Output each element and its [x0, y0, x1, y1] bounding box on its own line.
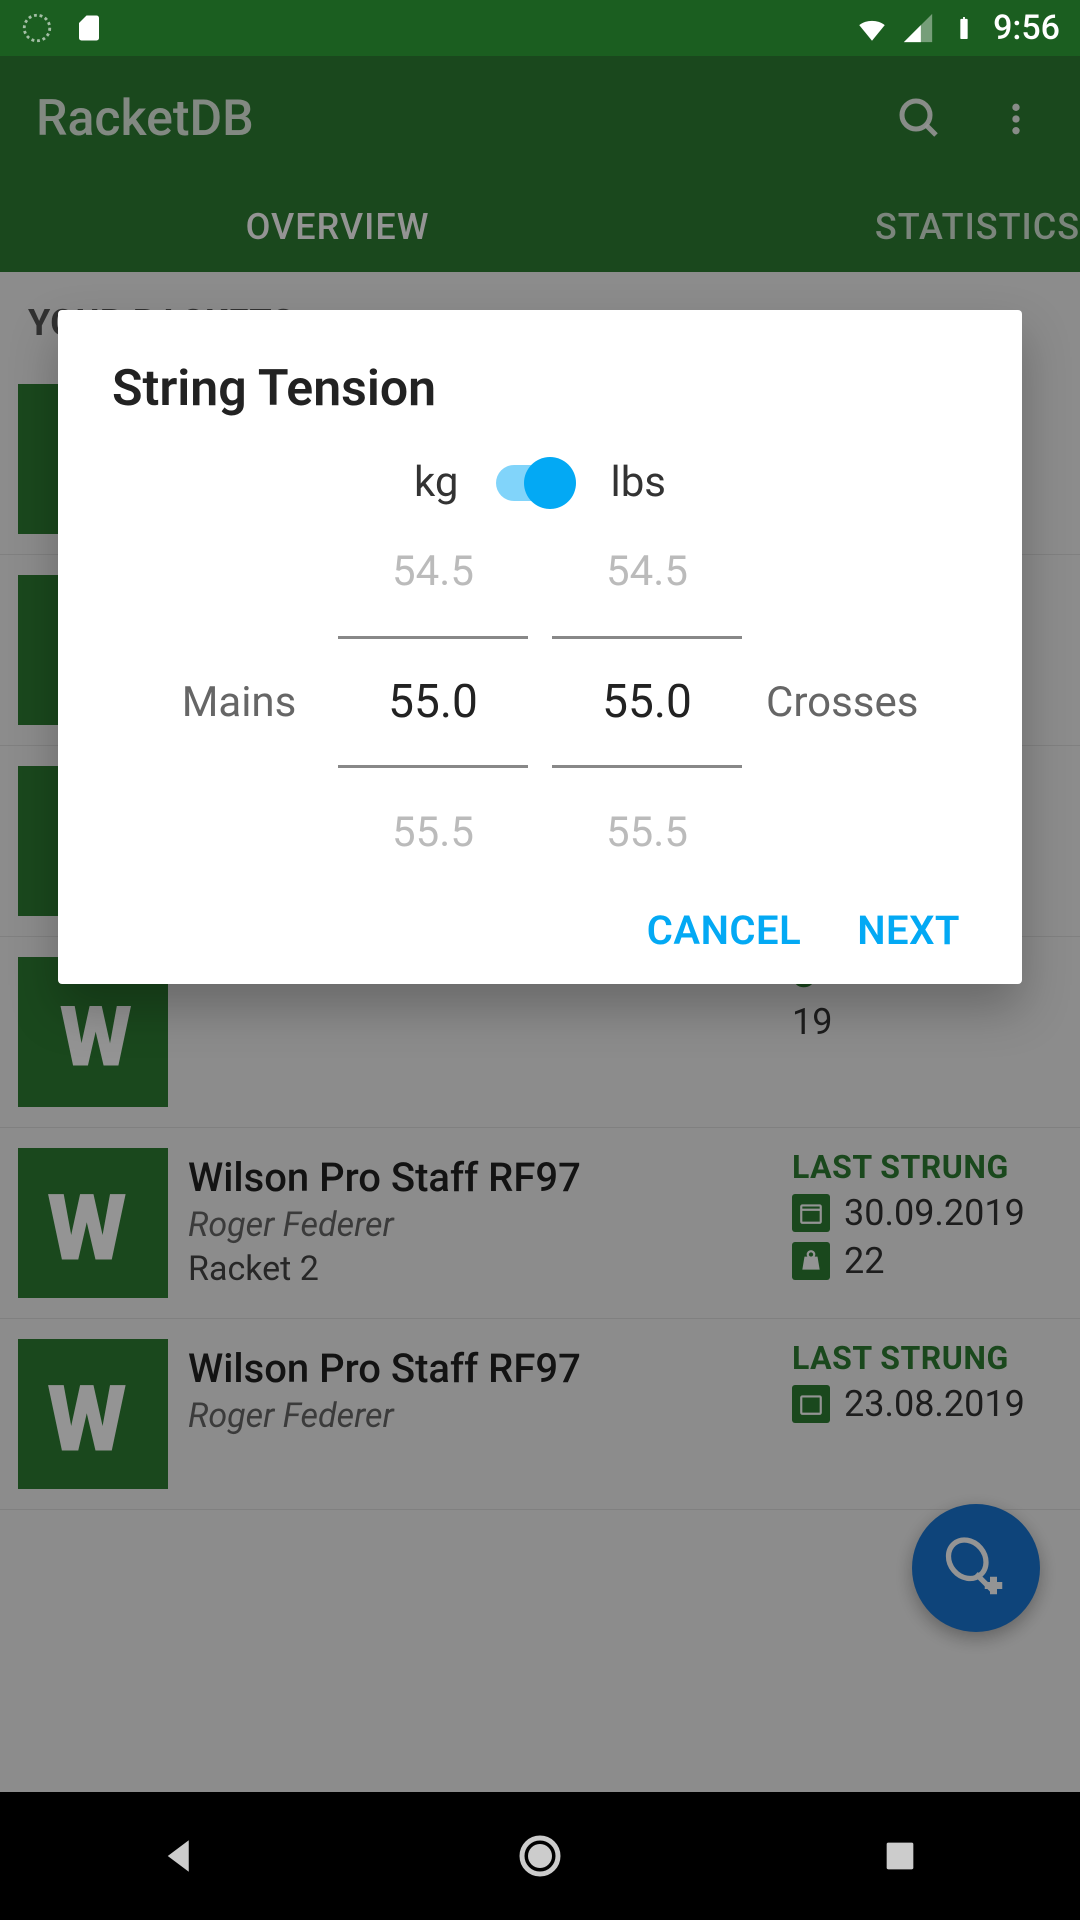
- unit-kg-label: kg: [414, 458, 458, 507]
- picker-current[interactable]: 55.0: [552, 636, 742, 768]
- next-button[interactable]: NEXT: [857, 907, 960, 954]
- unit-switch[interactable]: [496, 465, 572, 501]
- sd-card-icon: [72, 11, 106, 45]
- crosses-picker[interactable]: 54.5 55.0 55.5: [552, 547, 742, 857]
- dialog-title: String Tension: [112, 360, 968, 418]
- home-button[interactable]: [510, 1826, 570, 1886]
- dialog-actions: CANCEL NEXT: [112, 907, 968, 954]
- crosses-label: Crosses: [766, 678, 916, 727]
- loading-icon: [20, 11, 54, 45]
- recent-button[interactable]: [870, 1826, 930, 1886]
- picker-prev: 54.5: [392, 547, 474, 596]
- mains-label: Mains: [164, 678, 314, 727]
- unit-toggle-row: kg lbs: [112, 458, 968, 507]
- picker-current[interactable]: 55.0: [338, 636, 528, 768]
- unit-lbs-label: lbs: [610, 458, 665, 507]
- android-nav-bar: [0, 1792, 1080, 1920]
- wifi-icon: [855, 11, 889, 45]
- status-time: 9:56: [993, 8, 1060, 48]
- back-button[interactable]: [150, 1826, 210, 1886]
- status-bar: 9:56: [0, 0, 1080, 56]
- signal-icon: [901, 11, 935, 45]
- tension-pickers: Mains 54.5 55.0 55.5 54.5 55.0 55.5 Cros…: [112, 547, 968, 857]
- picker-prev: 54.5: [606, 547, 688, 596]
- picker-next: 55.5: [392, 808, 474, 857]
- string-tension-dialog: String Tension kg lbs Mains 54.5 55.0 55…: [58, 310, 1022, 984]
- battery-icon: [947, 11, 981, 45]
- cancel-button[interactable]: CANCEL: [647, 907, 801, 954]
- picker-next: 55.5: [606, 808, 688, 857]
- mains-picker[interactable]: 54.5 55.0 55.5: [338, 547, 528, 857]
